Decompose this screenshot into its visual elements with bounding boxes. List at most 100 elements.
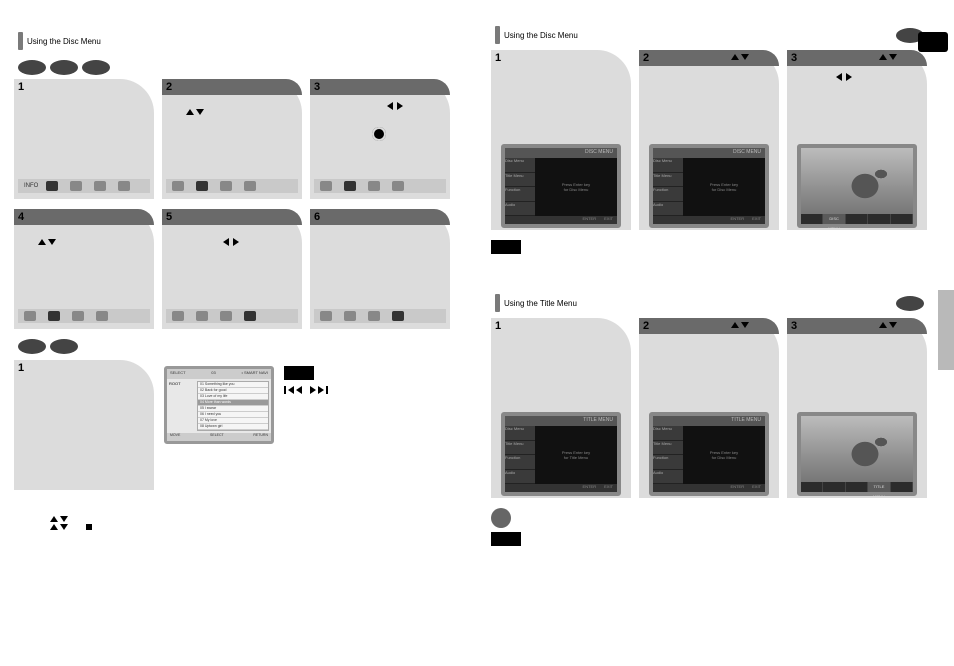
osd-foot-exit: EXIT — [604, 484, 613, 492]
step-row-1: 1 INFO 2 3 — [14, 79, 463, 199]
osd-screenshot: DISC MENU Disc Menu Title Menu Function … — [649, 144, 769, 228]
left-right-triangles — [835, 74, 853, 80]
osd-side-item: Disc Menu — [653, 158, 683, 173]
osd-side-item: Audio — [505, 470, 535, 485]
skip-icons — [284, 386, 328, 394]
step-card-a3: 3 DISC MENU — [787, 50, 927, 230]
step-card-b3: 3 TITLE MENU — [787, 318, 927, 498]
step-number: 5 — [166, 211, 172, 223]
step-card-1: 1 INFO — [14, 79, 154, 199]
format-pills-2 — [18, 339, 463, 354]
list-item: 08 Uptown girl — [198, 424, 268, 430]
pill-mp3 — [18, 339, 46, 354]
function-strip — [166, 309, 298, 323]
step-card-a2: 2 DISC MENU Disc Menu Title Menu Functio… — [639, 50, 779, 230]
folder-shot-wrap: SELECT 03 • SMART NAVI ROOT 01 Something… — [164, 366, 274, 444]
osd-title: DISC MENU — [505, 148, 617, 158]
left-right-triangles — [386, 103, 404, 109]
step-card-3: 3 — [310, 79, 450, 199]
osd-screenshot: TITLE MENU Disc Menu Title Menu Function… — [649, 412, 769, 496]
osd-title: TITLE MENU — [505, 416, 617, 426]
folder-head-left: SELECT — [170, 370, 186, 378]
step-number: 2 — [643, 52, 649, 64]
aux-column — [284, 362, 328, 394]
step-number: 3 — [791, 52, 797, 64]
note-badge — [284, 366, 314, 380]
up-down-triangles — [731, 322, 749, 328]
step-card-b2: 2 TITLE MENU Disc Menu Title Menu Functi… — [639, 318, 779, 498]
up-down-triangles — [186, 109, 204, 115]
pill-jpeg — [50, 339, 78, 354]
osd-line2: for Title Menu — [564, 455, 588, 460]
guide-row: 1 SELECT 03 • SMART NAVI ROOT 01 Somethi… — [14, 360, 463, 490]
osd-foot-enter: ENTER — [583, 216, 597, 224]
step-number: 1 — [495, 320, 501, 332]
function-strip — [166, 179, 298, 193]
folder-screenshot: SELECT 03 • SMART NAVI ROOT 01 Something… — [164, 366, 274, 444]
step-card-b1: 1 TITLE MENU Disc Menu Title Menu Functi… — [491, 318, 631, 498]
osd-foot-exit: EXIT — [752, 216, 761, 224]
step-number: 6 — [314, 211, 320, 223]
pill-dvd — [896, 296, 924, 311]
osd-side-item: Disc Menu — [505, 426, 535, 441]
format-pills-1 — [18, 60, 463, 75]
note-badge — [491, 240, 521, 254]
osd-side-item: Audio — [653, 470, 683, 485]
osd-title: TITLE MENU — [653, 416, 765, 426]
up-down-triangles — [38, 239, 56, 245]
function-strip — [314, 309, 446, 323]
up-down-triangles — [731, 54, 749, 60]
step-card-4: 4 — [14, 209, 154, 329]
step-number: 2 — [166, 81, 172, 93]
section-heading-left: Using the Disc Menu — [18, 32, 463, 50]
note-badge — [491, 532, 521, 546]
step-number: 2 — [643, 320, 649, 332]
section-title: Using the Disc Menu — [27, 37, 101, 46]
step-number: 1 — [18, 362, 24, 374]
osd-screenshot: DISC MENU Disc Menu Title Menu Function … — [501, 144, 621, 228]
right-column: Using the Disc Menu 1 DISC MENU Disc Men… — [477, 0, 954, 666]
osd-side-item: Audio — [505, 202, 535, 217]
pill-dvd — [18, 60, 46, 75]
osd-side-item: Disc Menu — [505, 158, 535, 173]
osd-foot-enter: ENTER — [583, 484, 597, 492]
dolphin-strip-label: TITLE MENU — [868, 482, 890, 492]
step-number: 3 — [314, 81, 320, 93]
guide-card-1: 1 — [14, 360, 154, 490]
osd-side-item: Function — [653, 455, 683, 470]
right-step-row-b: 1 TITLE MENU Disc Menu Title Menu Functi… — [491, 318, 940, 498]
left-right-triangles — [222, 239, 240, 245]
dolphin-screenshot: TITLE MENU — [797, 412, 917, 496]
left-column: Using the Disc Menu 1 INFO 2 3 — [0, 0, 477, 666]
step-number: 1 — [495, 52, 501, 64]
up-down-triangles — [879, 54, 897, 60]
page-number-badge — [918, 32, 948, 52]
dolphin-screenshot: DISC MENU — [797, 144, 917, 228]
step-card-5: 5 — [162, 209, 302, 329]
section-title: Using the Disc Menu — [504, 31, 578, 40]
osd-line2: for Disc Menu — [564, 187, 589, 192]
right-step-row-a: 1 DISC MENU Disc Menu Title Menu Functio… — [491, 50, 940, 230]
osd-title: DISC MENU — [653, 148, 765, 158]
stop-icon — [86, 524, 92, 530]
side-tab — [938, 290, 954, 370]
section-title: Using the Title Menu — [504, 299, 577, 308]
section-bar-icon — [495, 26, 500, 44]
footer-glyph-block — [44, 516, 463, 530]
step-row-2: 4 5 6 — [14, 209, 463, 329]
pill-cd — [82, 60, 110, 75]
osd-side-item: Disc Menu — [653, 426, 683, 441]
osd-foot-enter: ENTER — [731, 216, 745, 224]
folder-foot-right: RETURN — [253, 433, 268, 441]
step-number: 1 — [18, 81, 24, 93]
function-strip — [314, 179, 446, 193]
osd-side-item: Title Menu — [653, 441, 683, 456]
section-bar-icon — [495, 294, 500, 312]
note-circle-icon — [491, 508, 511, 528]
up-down-triangles — [879, 322, 897, 328]
step-card-2: 2 — [162, 79, 302, 199]
function-strip — [18, 309, 150, 323]
step-number: 3 — [791, 320, 797, 332]
osd-line2: for Disc Menu — [712, 187, 737, 192]
folder-list: 01 Something like you 02 Back for good 0… — [197, 381, 269, 431]
